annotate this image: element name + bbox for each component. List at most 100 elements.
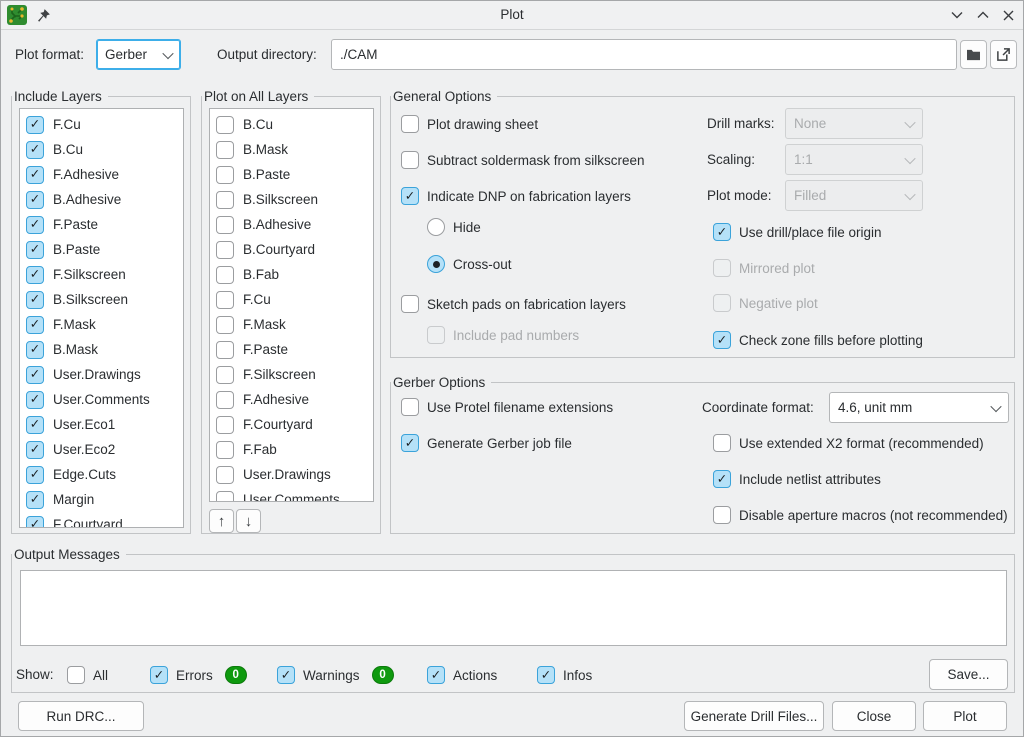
- filter-actions[interactable]: ✓Actions: [427, 663, 497, 687]
- open-output-directory-button[interactable]: [990, 40, 1017, 69]
- checkbox[interactable]: ✓: [427, 666, 445, 684]
- checkbox[interactable]: ✓: [713, 223, 731, 241]
- layer-row[interactable]: ✓B.Paste: [20, 237, 183, 262]
- checkbox[interactable]: [216, 341, 234, 359]
- option-check-zone-fills[interactable]: ✓Check zone fills before plotting: [713, 328, 923, 352]
- checkbox[interactable]: ✓: [26, 216, 44, 234]
- layer-row[interactable]: F.Cu: [210, 287, 373, 312]
- filter-errors[interactable]: ✓Errors0: [150, 663, 247, 687]
- save-button[interactable]: Save...: [929, 659, 1008, 690]
- layer-row[interactable]: ✓Margin: [20, 487, 183, 512]
- filter-all[interactable]: All: [67, 663, 108, 687]
- checkbox[interactable]: [67, 666, 85, 684]
- option-subtract-soldermask[interactable]: Subtract soldermask from silkscreen: [401, 148, 645, 172]
- close-window-icon[interactable]: [998, 6, 1018, 24]
- include-layers-list[interactable]: ✓F.Cu✓B.Cu✓F.Adhesive✓B.Adhesive✓F.Paste…: [19, 108, 184, 528]
- checkbox[interactable]: [216, 416, 234, 434]
- checkbox[interactable]: [216, 291, 234, 309]
- checkbox[interactable]: ✓: [26, 291, 44, 309]
- checkbox[interactable]: ✓: [26, 441, 44, 459]
- checkbox[interactable]: ✓: [26, 466, 44, 484]
- layer-row[interactable]: B.Fab: [210, 262, 373, 287]
- browse-folder-button[interactable]: [960, 40, 987, 69]
- checkbox[interactable]: ✓: [26, 341, 44, 359]
- option-include-netlist-attributes[interactable]: ✓Include netlist attributes: [713, 467, 881, 491]
- radio-button[interactable]: [427, 255, 445, 273]
- checkbox[interactable]: ✓: [26, 491, 44, 509]
- checkbox[interactable]: [216, 366, 234, 384]
- move-layer-down-button[interactable]: ↓: [236, 509, 261, 533]
- option-use-protel-extensions[interactable]: Use Protel filename extensions: [401, 395, 613, 419]
- option-indicate-dnp[interactable]: ✓Indicate DNP on fabrication layers: [401, 184, 631, 208]
- checkbox[interactable]: [216, 316, 234, 334]
- move-layer-up-button[interactable]: ↑: [209, 509, 234, 533]
- checkbox[interactable]: ✓: [26, 316, 44, 334]
- layer-row[interactable]: ✓B.Cu: [20, 137, 183, 162]
- layer-row[interactable]: ✓User.Comments: [20, 387, 183, 412]
- checkbox[interactable]: ✓: [26, 166, 44, 184]
- layer-row[interactable]: B.Silkscreen: [210, 187, 373, 212]
- layer-row[interactable]: F.Courtyard: [210, 412, 373, 437]
- layer-row[interactable]: B.Cu: [210, 112, 373, 137]
- layer-row[interactable]: F.Paste: [210, 337, 373, 362]
- layer-row[interactable]: ✓F.Mask: [20, 312, 183, 337]
- checkbox[interactable]: ✓: [713, 331, 731, 349]
- layer-row[interactable]: F.Adhesive: [210, 387, 373, 412]
- layer-row[interactable]: ✓B.Adhesive: [20, 187, 183, 212]
- layer-row[interactable]: ✓User.Drawings: [20, 362, 183, 387]
- option-sketch-pads[interactable]: Sketch pads on fabrication layers: [401, 292, 626, 316]
- layer-row[interactable]: B.Mask: [210, 137, 373, 162]
- generate-drill-files-button[interactable]: Generate Drill Files...: [684, 701, 824, 731]
- checkbox[interactable]: [216, 491, 234, 503]
- checkbox[interactable]: ✓: [277, 666, 295, 684]
- checkbox[interactable]: ✓: [713, 470, 731, 488]
- layer-row[interactable]: ✓B.Silkscreen: [20, 287, 183, 312]
- layer-row[interactable]: ✓F.Courtyard: [20, 512, 183, 528]
- checkbox[interactable]: [216, 216, 234, 234]
- checkbox[interactable]: ✓: [26, 141, 44, 159]
- checkbox[interactable]: ✓: [26, 116, 44, 134]
- plot-format-select[interactable]: Gerber: [96, 39, 181, 70]
- layer-row[interactable]: ✓F.Adhesive: [20, 162, 183, 187]
- close-button[interactable]: Close: [832, 701, 916, 731]
- layer-row[interactable]: ✓F.Silkscreen: [20, 262, 183, 287]
- checkbox[interactable]: [401, 151, 419, 169]
- checkbox[interactable]: ✓: [26, 391, 44, 409]
- layer-row[interactable]: ✓Edge.Cuts: [20, 462, 183, 487]
- layer-row[interactable]: B.Paste: [210, 162, 373, 187]
- checkbox[interactable]: [401, 398, 419, 416]
- radio-button[interactable]: [427, 218, 445, 236]
- checkbox[interactable]: [713, 506, 731, 524]
- layer-row[interactable]: B.Courtyard: [210, 237, 373, 262]
- checkbox[interactable]: [216, 191, 234, 209]
- layer-row[interactable]: F.Silkscreen: [210, 362, 373, 387]
- checkbox[interactable]: ✓: [26, 366, 44, 384]
- filter-warnings[interactable]: ✓Warnings0: [277, 663, 394, 687]
- layer-row[interactable]: F.Fab: [210, 437, 373, 462]
- layer-row[interactable]: User.Drawings: [210, 462, 373, 487]
- layer-row[interactable]: F.Mask: [210, 312, 373, 337]
- layer-row[interactable]: ✓F.Paste: [20, 212, 183, 237]
- layer-row[interactable]: ✓B.Mask: [20, 337, 183, 362]
- layer-row[interactable]: ✓User.Eco1: [20, 412, 183, 437]
- checkbox[interactable]: [216, 116, 234, 134]
- checkbox[interactable]: ✓: [150, 666, 168, 684]
- checkbox[interactable]: [216, 241, 234, 259]
- layer-row[interactable]: B.Adhesive: [210, 212, 373, 237]
- checkbox[interactable]: [216, 141, 234, 159]
- layer-row[interactable]: ✓User.Eco2: [20, 437, 183, 462]
- checkbox[interactable]: ✓: [26, 416, 44, 434]
- option-plot-drawing-sheet[interactable]: Plot drawing sheet: [401, 112, 538, 136]
- checkbox[interactable]: [216, 466, 234, 484]
- output-messages-area[interactable]: [20, 570, 1007, 646]
- option-dnp-hide[interactable]: Hide: [427, 215, 481, 239]
- checkbox[interactable]: [216, 266, 234, 284]
- output-directory-input[interactable]: [331, 39, 957, 70]
- checkbox[interactable]: ✓: [537, 666, 555, 684]
- checkbox[interactable]: ✓: [26, 266, 44, 284]
- plot-button[interactable]: Plot: [923, 701, 1007, 731]
- checkbox[interactable]: [216, 391, 234, 409]
- checkbox[interactable]: ✓: [401, 187, 419, 205]
- shade-window-icon[interactable]: [947, 6, 967, 24]
- run-drc-button[interactable]: Run DRC...: [18, 701, 144, 731]
